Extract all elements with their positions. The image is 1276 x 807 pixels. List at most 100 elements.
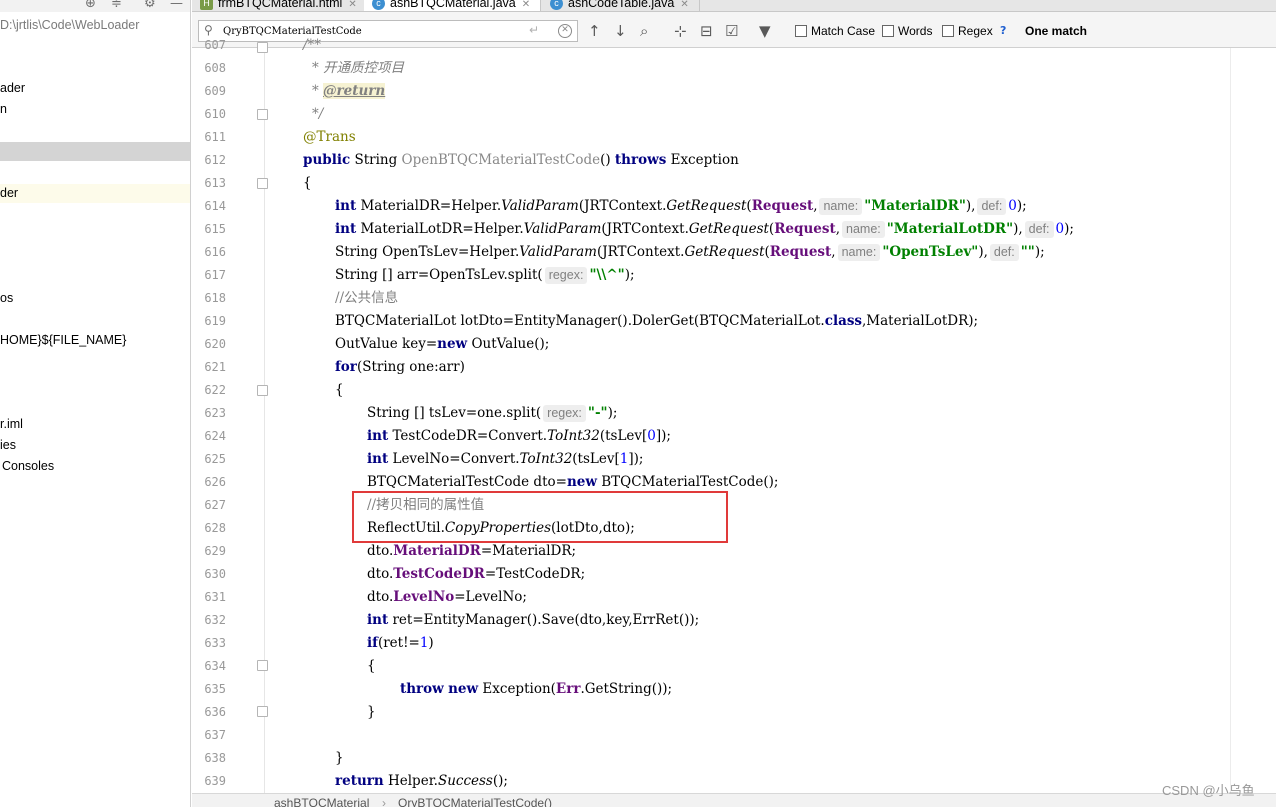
find-usages-icon[interactable]: ⌕ bbox=[640, 22, 648, 40]
code-line[interactable]: String OpenTsLev=Helper.ValidParam(JRTCo… bbox=[335, 241, 1045, 264]
filter-icon[interactable]: ▼ bbox=[759, 22, 771, 40]
line-number[interactable]: 619 bbox=[192, 310, 226, 333]
line-number[interactable]: 615 bbox=[192, 218, 226, 241]
line-number[interactable]: 611 bbox=[192, 126, 226, 149]
code-line[interactable]: public String OpenBTQCMaterialTestCode()… bbox=[303, 149, 739, 172]
line-number[interactable]: 608 bbox=[192, 57, 226, 80]
checkbox-box[interactable] bbox=[942, 25, 954, 37]
tree-item-root[interactable]: D:\jrtlis\Code\WebLoader bbox=[0, 16, 190, 35]
line-number[interactable]: 636 bbox=[192, 701, 226, 724]
code-line[interactable]: int MaterialLotDR=Helper.ValidParam(JRTC… bbox=[335, 218, 1074, 241]
previous-occurrence-icon[interactable]: ↑ bbox=[588, 22, 601, 40]
tree-item[interactable]: n bbox=[0, 100, 190, 119]
line-number[interactable]: 634 bbox=[192, 655, 226, 678]
code-line[interactable]: { bbox=[335, 379, 344, 402]
tree-item[interactable]: os bbox=[0, 289, 190, 308]
line-number[interactable]: 633 bbox=[192, 632, 226, 655]
search-input[interactable] bbox=[223, 23, 523, 39]
collapse-icon[interactable]: ≑ bbox=[111, 0, 122, 11]
line-number[interactable]: 627 bbox=[192, 494, 226, 517]
line-number[interactable]: 609 bbox=[192, 80, 226, 103]
words-checkbox[interactable]: Words bbox=[882, 24, 932, 38]
breadcrumb-class[interactable]: ashBTQCMaterial bbox=[274, 796, 369, 807]
tree-item[interactable]: r.iml bbox=[0, 415, 190, 434]
code-line[interactable]: */ bbox=[312, 103, 323, 126]
code-line[interactable]: { bbox=[303, 172, 312, 195]
tree-item[interactable]: ader bbox=[0, 79, 190, 98]
code-line[interactable]: BTQCMaterialLot lotDto=EntityManager().D… bbox=[335, 310, 978, 333]
code-line[interactable]: int ret=EntityManager().Save(dto,key,Err… bbox=[367, 609, 699, 632]
fold-marker[interactable] bbox=[257, 660, 268, 671]
code-line[interactable]: for(String one:arr) bbox=[335, 356, 465, 379]
code-line[interactable]: dto.TestCodeDR=TestCodeDR; bbox=[367, 563, 585, 586]
code-line[interactable]: return Helper.Success(); bbox=[335, 770, 508, 793]
fold-marker[interactable] bbox=[257, 178, 268, 189]
code-line[interactable]: } bbox=[335, 747, 344, 770]
code-line[interactable]: /** bbox=[303, 34, 321, 57]
checkbox-box[interactable] bbox=[795, 25, 807, 37]
select-all-occurrences-icon[interactable]: ☑ bbox=[725, 22, 738, 40]
line-number[interactable]: 639 bbox=[192, 770, 226, 793]
line-number[interactable]: 631 bbox=[192, 586, 226, 609]
close-icon[interactable]: ✕ bbox=[522, 0, 530, 10]
tree-item-consoles[interactable]: Consoles bbox=[0, 457, 190, 476]
clear-icon[interactable]: ✕ bbox=[558, 24, 572, 38]
fold-marker[interactable] bbox=[257, 42, 268, 53]
tree-item[interactable]: HOME}${FILE_NAME} bbox=[0, 331, 190, 350]
line-number[interactable]: 625 bbox=[192, 448, 226, 471]
line-number[interactable]: 626 bbox=[192, 471, 226, 494]
code-line[interactable]: String [] arr=OpenTsLev.split(regex: "\\^… bbox=[335, 264, 635, 287]
code-line[interactable]: if(ret!=1) bbox=[367, 632, 434, 655]
fold-marker[interactable] bbox=[257, 706, 268, 717]
line-number[interactable]: 630 bbox=[192, 563, 226, 586]
line-number[interactable]: 614 bbox=[192, 195, 226, 218]
tab-ashbtqcmaterial[interactable]: c ashBTQCMaterial.java ✕ bbox=[364, 0, 542, 11]
line-number[interactable]: 618 bbox=[192, 287, 226, 310]
code-line[interactable]: String [] tsLev=one.split(regex: "-"); bbox=[367, 402, 617, 425]
line-number[interactable]: 638 bbox=[192, 747, 226, 770]
remove-occurrence-icon[interactable]: ⊟ bbox=[700, 22, 713, 40]
line-number[interactable]: 616 bbox=[192, 241, 226, 264]
checkbox-box[interactable] bbox=[882, 25, 894, 37]
close-icon[interactable]: ✕ bbox=[680, 0, 688, 10]
code-line[interactable]: int LevelNo=Convert.ToInt32(tsLev[1]); bbox=[367, 448, 643, 471]
next-occurrence-icon[interactable]: ↓ bbox=[614, 22, 627, 40]
breadcrumb-method[interactable]: QryBTQCMaterialTestCode() bbox=[398, 796, 552, 807]
line-number[interactable]: 620 bbox=[192, 333, 226, 356]
line-number[interactable]: 622 bbox=[192, 379, 226, 402]
gear-icon[interactable]: ⚙ bbox=[144, 0, 156, 11]
line-number[interactable]: 624 bbox=[192, 425, 226, 448]
tree-item-selected[interactable] bbox=[0, 142, 190, 161]
code-line[interactable]: dto.MaterialDR=MaterialDR; bbox=[367, 540, 576, 563]
line-number[interactable]: 621 bbox=[192, 356, 226, 379]
tree-item[interactable]: ies bbox=[0, 436, 190, 455]
line-number[interactable]: 623 bbox=[192, 402, 226, 425]
code-line[interactable]: } bbox=[367, 701, 376, 724]
code-line[interactable]: int MaterialDR=Helper.ValidParam(JRTCont… bbox=[335, 195, 1027, 218]
locate-icon[interactable]: ⊕ bbox=[85, 0, 96, 11]
line-number[interactable]: 632 bbox=[192, 609, 226, 632]
fold-marker[interactable] bbox=[257, 109, 268, 120]
line-number[interactable]: 612 bbox=[192, 149, 226, 172]
code-line[interactable]: //公共信息 bbox=[335, 287, 398, 310]
line-number[interactable]: 610 bbox=[192, 103, 226, 126]
tab-frmbtqcmaterial[interactable]: H frmBTQCMaterial.html ✕ bbox=[192, 0, 368, 11]
line-number[interactable]: 628 bbox=[192, 517, 226, 540]
line-number[interactable]: 607 bbox=[192, 34, 226, 57]
code-line[interactable]: { bbox=[367, 655, 376, 678]
code-line[interactable]: * 开通质控项目 bbox=[312, 57, 404, 80]
tree-item[interactable]: der bbox=[0, 184, 190, 203]
code-line[interactable]: * @return bbox=[312, 80, 386, 103]
close-icon[interactable]: ✕ bbox=[348, 0, 356, 10]
line-number[interactable]: 617 bbox=[192, 264, 226, 287]
code-line[interactable]: throw new Exception(Err.GetString()); bbox=[400, 678, 672, 701]
code-line[interactable]: @Trans bbox=[303, 126, 356, 149]
line-number[interactable]: 637 bbox=[192, 724, 226, 747]
tab-ashcodetable[interactable]: c ashCodeTable.java ✕ bbox=[542, 0, 700, 11]
code-line[interactable]: int TestCodeDR=Convert.ToInt32(tsLev[0])… bbox=[367, 425, 671, 448]
regex-help-link[interactable]: ? bbox=[1000, 24, 1006, 37]
line-number[interactable]: 629 bbox=[192, 540, 226, 563]
line-number[interactable]: 635 bbox=[192, 678, 226, 701]
add-occurrence-icon[interactable]: ⊹ bbox=[674, 22, 687, 40]
line-number[interactable]: 613 bbox=[192, 172, 226, 195]
